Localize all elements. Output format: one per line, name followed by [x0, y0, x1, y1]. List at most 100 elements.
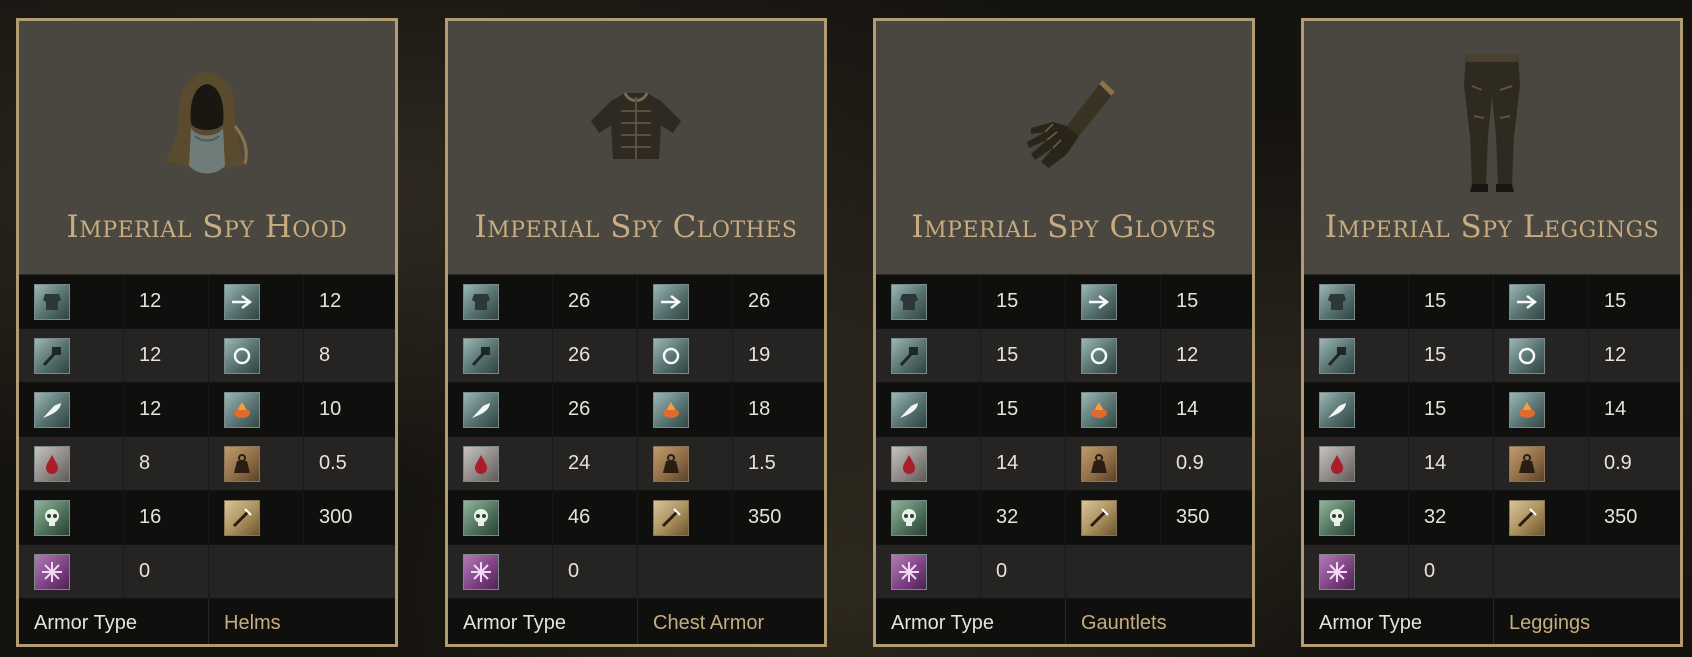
- table-row: 46 350: [448, 491, 824, 545]
- stat-value: 350: [1604, 506, 1638, 528]
- stat-value: 0: [1409, 545, 1494, 598]
- weight-icon: [653, 445, 689, 482]
- stat-value: 26: [553, 275, 638, 328]
- stat-value: 14: [1409, 437, 1494, 490]
- stat-value: 18: [748, 398, 771, 420]
- stats-table: 15 15 15 12 15 14 14 0.9 32 350 0 Armor …: [876, 275, 1252, 644]
- armor-type-row: Armor Type Leggings: [1304, 599, 1680, 644]
- pierce-armor-icon: [1081, 283, 1117, 320]
- table-row: 14 0.9: [876, 437, 1252, 491]
- table-row: 0: [448, 545, 824, 599]
- table-row: 8 0.5: [19, 437, 395, 491]
- stat-value: 0: [124, 545, 209, 598]
- stats-table: 26 26 26 19 26 18 24 1.5 46 350 0 Armor …: [448, 275, 824, 644]
- stat-value: 350: [748, 506, 782, 528]
- stat-value: 0.5: [319, 452, 347, 474]
- stat-value: 0: [553, 545, 638, 598]
- stat-value: 12: [124, 275, 209, 328]
- armor-type-value[interactable]: Helms: [209, 599, 395, 644]
- stat-value: 12: [1176, 344, 1199, 366]
- slash-armor-icon: [463, 391, 499, 428]
- table-row: 15 14: [876, 383, 1252, 437]
- frost-resistance-icon: [463, 553, 499, 590]
- weight-icon: [1081, 445, 1117, 482]
- bleed-resistance-icon: [1319, 445, 1355, 482]
- table-row: 16 300: [19, 491, 395, 545]
- stat-value: 8: [319, 344, 331, 366]
- item-title: Imperial Spy Leggings: [1324, 209, 1660, 245]
- table-row: 0: [19, 545, 395, 599]
- frost-resistance-icon: [891, 553, 927, 590]
- stat-value: 0: [981, 545, 1066, 598]
- poison-resistance-icon: [1319, 499, 1355, 536]
- item-title: Imperial Spy Gloves: [911, 209, 1217, 245]
- stat-value: 8: [124, 437, 209, 490]
- bleed-resistance-icon: [891, 445, 927, 482]
- poison-resistance-icon: [463, 499, 499, 536]
- stat-value: 26: [553, 329, 638, 382]
- armor-type-label: Armor Type: [876, 599, 1066, 644]
- pierce-armor-icon: [1509, 283, 1545, 320]
- stat-value: 46: [553, 491, 638, 544]
- stat-value: 15: [981, 329, 1066, 382]
- stat-value: 14: [1604, 398, 1627, 420]
- bleed-resistance-icon: [463, 445, 499, 482]
- slash-armor-icon: [891, 391, 927, 428]
- frost-resistance-icon: [1319, 553, 1355, 590]
- magic-armor-icon: [653, 337, 689, 374]
- strike-armor-icon: [1319, 337, 1355, 374]
- stat-value: 14: [981, 437, 1066, 490]
- slash-armor-icon: [1319, 391, 1355, 428]
- table-row: 12 10: [19, 383, 395, 437]
- card-header: Imperial Spy Leggings: [1304, 21, 1680, 275]
- table-row: 26 19: [448, 329, 824, 383]
- fire-armor-icon: [1081, 391, 1117, 428]
- stat-value: 350: [1176, 506, 1210, 528]
- fire-armor-icon: [1509, 391, 1545, 428]
- table-row: 12 8: [19, 329, 395, 383]
- magic-armor-icon: [224, 337, 260, 374]
- poison-resistance-icon: [34, 499, 70, 536]
- armor-type-value[interactable]: Leggings: [1494, 599, 1680, 644]
- stat-value: 15: [981, 383, 1066, 436]
- poison-resistance-icon: [891, 499, 927, 536]
- strike-armor-icon: [34, 337, 70, 374]
- physical-armor-icon: [34, 283, 70, 320]
- armor-type-value[interactable]: Gauntlets: [1066, 599, 1252, 644]
- table-row: 32 350: [876, 491, 1252, 545]
- table-row: 15 15: [876, 275, 1252, 329]
- table-row: 26 18: [448, 383, 824, 437]
- pierce-armor-icon: [224, 283, 260, 320]
- physical-armor-icon: [1319, 283, 1355, 320]
- weight-icon: [224, 445, 260, 482]
- bleed-resistance-icon: [34, 445, 70, 482]
- stat-value: 0.9: [1176, 452, 1204, 474]
- stat-value: 0.9: [1604, 452, 1632, 474]
- armor-card-hood: Imperial Spy Hood 12 12 12 8 12 10 8 0.5: [16, 18, 398, 647]
- table-row: 12 12: [19, 275, 395, 329]
- armor-type-row: Armor Type Gauntlets: [876, 599, 1252, 644]
- physical-armor-icon: [891, 283, 927, 320]
- leggings-icon: [1432, 54, 1552, 192]
- magic-armor-icon: [1509, 337, 1545, 374]
- stat-value: 26: [553, 383, 638, 436]
- weight-icon: [1509, 445, 1545, 482]
- stat-value: 24: [553, 437, 638, 490]
- card-header: Imperial Spy Clothes: [448, 21, 824, 275]
- table-row: 15 12: [1304, 329, 1680, 383]
- table-row: 24 1.5: [448, 437, 824, 491]
- stat-value: 15: [1409, 275, 1494, 328]
- stat-value: 16: [124, 491, 209, 544]
- stat-value: 15: [1409, 383, 1494, 436]
- stat-value: 26: [748, 290, 771, 312]
- stat-value: 15: [1409, 329, 1494, 382]
- hood-icon: [147, 61, 267, 191]
- fire-armor-icon: [224, 391, 260, 428]
- stat-value: 12: [319, 290, 342, 312]
- slash-armor-icon: [34, 391, 70, 428]
- armor-type-value[interactable]: Chest Armor: [638, 599, 824, 644]
- gauntlet-icon: [1004, 61, 1124, 191]
- armor-card-leggings: Imperial Spy Leggings 15 15 15 12 15 14 …: [1301, 18, 1683, 647]
- stat-value: 32: [981, 491, 1066, 544]
- durability-icon: [224, 499, 260, 536]
